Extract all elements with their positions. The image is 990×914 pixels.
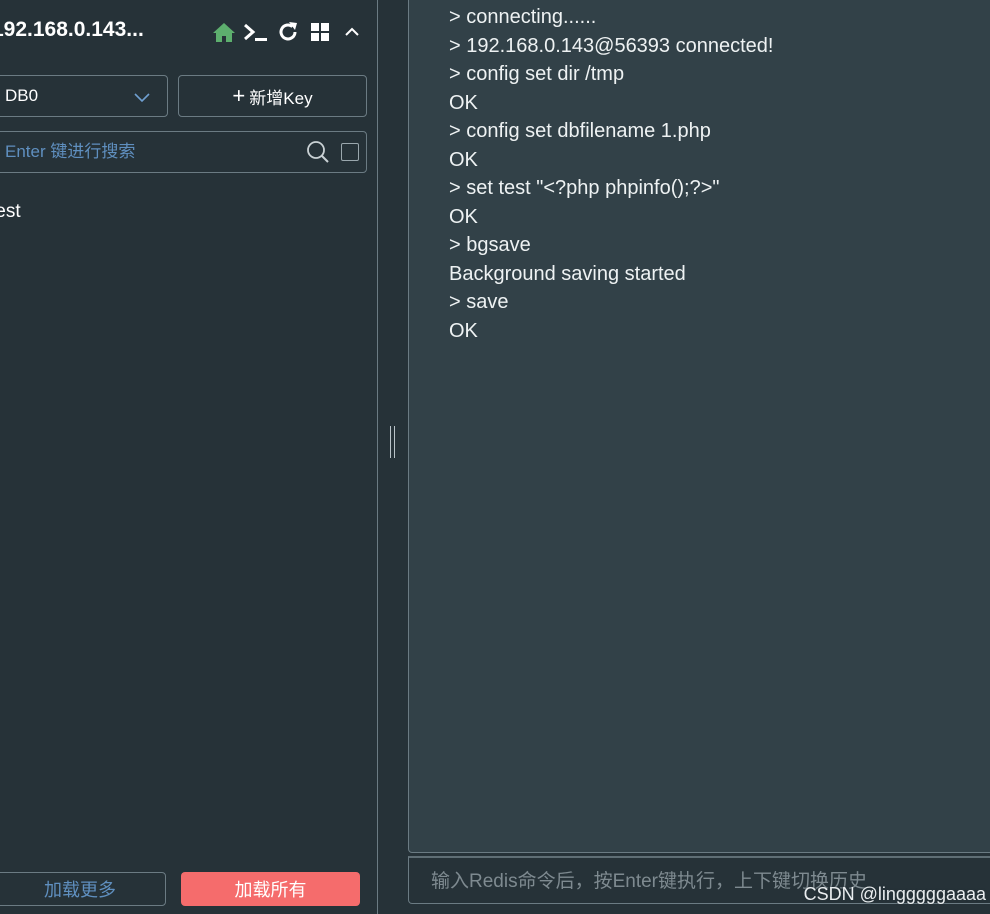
console-line: > config set dbfilename 1.php bbox=[449, 120, 711, 142]
list-item[interactable]: test bbox=[0, 190, 377, 234]
resize-handle[interactable] bbox=[389, 426, 397, 458]
search-box bbox=[0, 131, 367, 173]
load-all-button[interactable]: 加载所有 bbox=[181, 872, 360, 906]
console-line: OK bbox=[449, 205, 478, 228]
console-lines: > connecting...... > 192.168.0.143@56393… bbox=[449, 3, 773, 345]
console-line: OK bbox=[449, 319, 478, 342]
home-icon[interactable] bbox=[208, 16, 240, 48]
console-line: > connecting...... bbox=[449, 6, 597, 28]
plus-icon: + bbox=[232, 83, 246, 108]
grid-icon[interactable] bbox=[304, 16, 336, 48]
console-line: > 192.168.0.143@56393 connected! bbox=[449, 34, 774, 57]
console-command-input[interactable] bbox=[409, 858, 990, 906]
terminal-icon[interactable] bbox=[240, 16, 272, 48]
console-output: > connecting...... > 192.168.0.143@56393… bbox=[408, 0, 990, 853]
load-more-button[interactable]: 加载更多 bbox=[0, 872, 166, 906]
exact-search-checkbox[interactable] bbox=[341, 143, 359, 161]
console-line: OK bbox=[449, 91, 478, 114]
console-line: > bgsave bbox=[449, 234, 531, 256]
console-line: > save bbox=[449, 291, 509, 313]
search-input[interactable] bbox=[0, 132, 297, 172]
sidebar-divider bbox=[377, 0, 378, 914]
key-list: test bbox=[0, 190, 377, 234]
redis-client-window: 192.168.0.143... DB0 + 新增Key Enter 键进行搜索… bbox=[0, 0, 990, 914]
chevron-down-icon bbox=[133, 88, 151, 111]
console-line: OK bbox=[449, 148, 478, 171]
db-select[interactable]: DB0 bbox=[0, 75, 168, 117]
server-toolbar bbox=[208, 16, 368, 48]
add-key-button[interactable]: + 新增Key bbox=[178, 75, 367, 117]
server-name[interactable]: 192.168.0.143... bbox=[0, 18, 144, 42]
console-input-wrap bbox=[408, 856, 990, 906]
chevron-up-icon[interactable] bbox=[336, 16, 368, 48]
search-icon[interactable] bbox=[306, 140, 330, 164]
db-select-value: DB0 bbox=[5, 86, 39, 105]
sidebar: 192.168.0.143... DB0 + 新增Key Enter 键进行搜索… bbox=[0, 0, 377, 914]
add-key-label: 新增Key bbox=[249, 88, 313, 108]
refresh-icon[interactable] bbox=[272, 16, 304, 48]
console-line: > set test "<?php phpinfo();?>" bbox=[449, 177, 720, 199]
console-line: > config set dir /tmp bbox=[449, 63, 625, 85]
console-line: Background saving started bbox=[449, 262, 686, 285]
